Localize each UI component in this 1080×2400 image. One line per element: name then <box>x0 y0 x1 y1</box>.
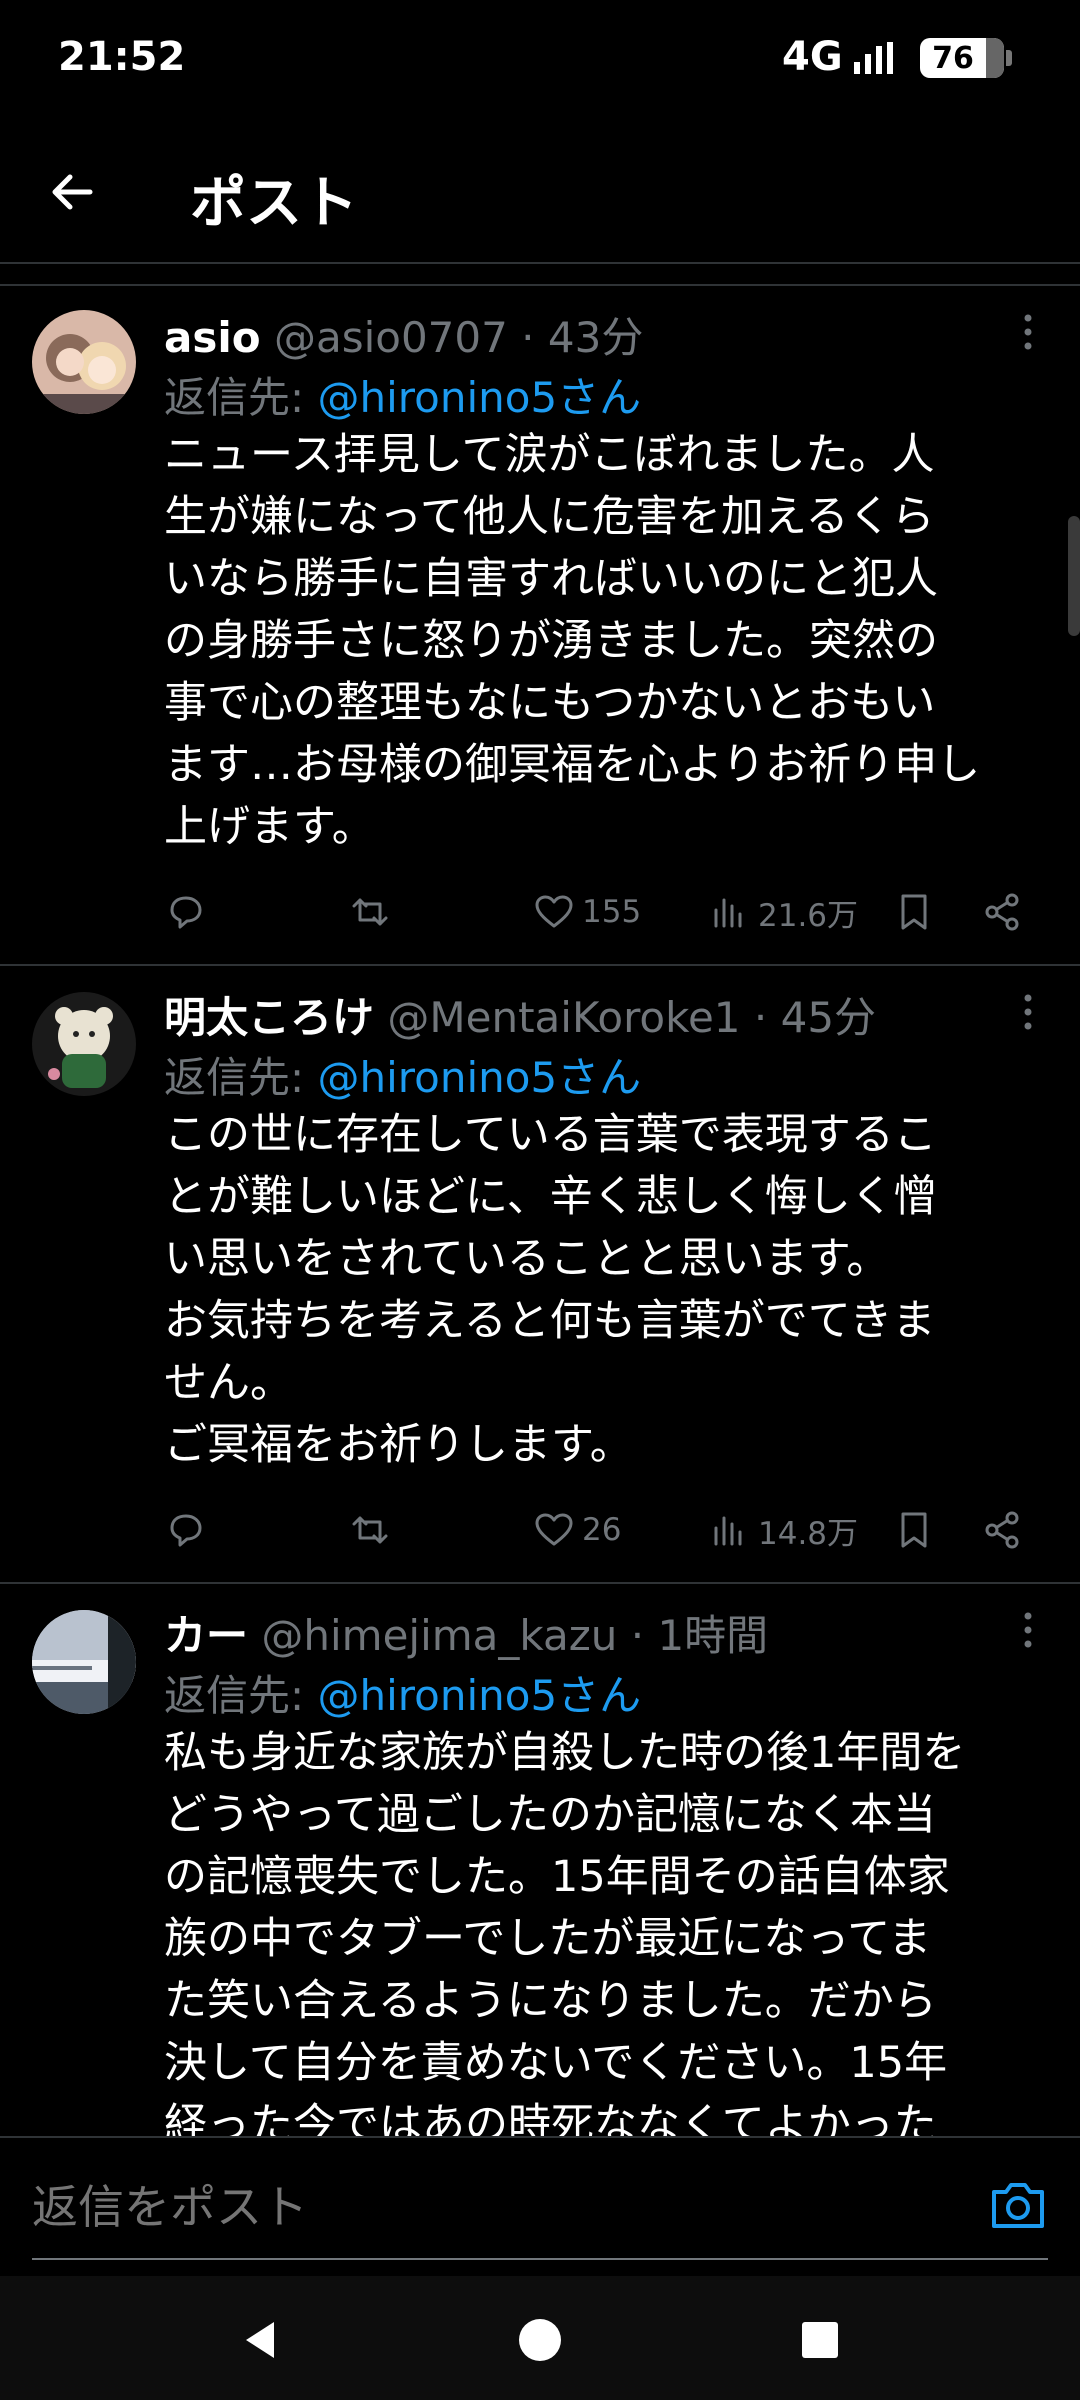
reply-icon <box>170 1514 202 1547</box>
tweet-header: 明太ころけ @MentaiKoroke1 · 45分 <box>164 984 876 1045</box>
like-button[interactable]: 26 <box>532 1500 621 1560</box>
tweet-actions: 155 21.6万 <box>164 882 1044 942</box>
battery-icon <box>986 38 1004 78</box>
reply-to-line: 返信先: @hironino5さん <box>164 1662 641 1723</box>
more-options-icon[interactable] <box>1014 312 1042 352</box>
status-bar: 21:52 4G 76 <box>0 0 1080 118</box>
more-options-icon[interactable] <box>1014 1610 1042 1650</box>
meta-separator: · <box>617 1611 658 1660</box>
repost-button[interactable] <box>348 1500 392 1560</box>
more-options-icon[interactable] <box>1014 992 1042 1032</box>
views-button[interactable]: 21.6万 <box>708 882 858 942</box>
mention-link[interactable]: @hironino5さん <box>318 1671 642 1720</box>
status-time: 21:52 <box>58 34 186 80</box>
reply-tweet[interactable]: asio @asio0707 · 43分 返信先: @hironino5さん ニ… <box>0 286 1080 966</box>
reply-tweet[interactable]: カー @himejima_kazu · 1時間 返信先: @hironino5さ… <box>0 1584 1080 2136</box>
tweet-header: asio @asio0707 · 43分 <box>164 304 643 365</box>
system-nav-bar <box>0 2276 1080 2400</box>
input-underline <box>32 2258 1048 2260</box>
share-button[interactable] <box>980 882 1024 942</box>
user-handle[interactable]: @MentaiKoroke1 <box>387 993 740 1042</box>
reply-to-label: 返信先: <box>164 1671 318 1720</box>
reply-to-label: 返信先: <box>164 373 318 422</box>
mention-link[interactable]: @hironino5さん <box>318 1053 642 1102</box>
camera-icon[interactable] <box>988 2178 1048 2232</box>
share-icon <box>985 1511 1019 1549</box>
reply-input[interactable] <box>32 2176 1048 2238</box>
like-button[interactable]: 155 <box>532 882 641 942</box>
display-name[interactable]: 明太ころけ <box>164 993 374 1042</box>
display-name[interactable]: カー <box>164 1611 248 1660</box>
analytics-icon <box>714 1516 742 1546</box>
tweet-header: カー @himejima_kazu · 1時間 <box>164 1602 768 1663</box>
repost-icon <box>352 898 388 926</box>
bookmark-button[interactable] <box>892 1500 936 1560</box>
tweet-actions: 26 14.8万 <box>164 1500 1044 1560</box>
like-count: 155 <box>582 894 642 930</box>
reply-to-line: 返信先: @hironino5さん <box>164 1044 641 1105</box>
like-count: 26 <box>582 1512 622 1548</box>
share-icon <box>985 893 1019 931</box>
reply-button[interactable] <box>164 882 208 942</box>
reply-button[interactable] <box>164 1500 208 1560</box>
view-count: 21.6万 <box>758 897 859 934</box>
share-button[interactable] <box>980 1500 1024 1560</box>
repost-button[interactable] <box>348 882 392 942</box>
signal-icon <box>854 42 893 74</box>
network-type: 4G <box>782 34 843 80</box>
page-title: ポスト <box>190 171 358 236</box>
nav-home-icon[interactable] <box>516 2316 564 2364</box>
top-app-bar: ポスト <box>0 118 1080 264</box>
nav-back-icon[interactable] <box>236 2316 284 2364</box>
bookmark-icon <box>901 1512 927 1548</box>
battery-indicator: 76 <box>920 38 1012 78</box>
reply-to-label: 返信先: <box>164 1053 318 1102</box>
reply-composer <box>0 2136 1080 2276</box>
meta-separator: · <box>507 313 548 362</box>
analytics-icon <box>714 898 742 928</box>
heart-icon <box>535 1513 573 1546</box>
avatar[interactable] <box>32 992 136 1096</box>
user-handle[interactable]: @asio0707 <box>274 313 508 362</box>
bookmark-icon <box>901 894 927 930</box>
tweet-text: この世に存在している言葉で表現するこ とが難しいほどに、辛く悲しく悔しく憎 い思… <box>164 1110 937 1470</box>
avatar[interactable] <box>32 1610 136 1714</box>
user-handle[interactable]: @himejima_kazu <box>261 1611 617 1660</box>
tweet-text: ニュース拝見して涙がこぼれました。人 生が嫌になって他人に危害を加えるくら いな… <box>164 430 981 852</box>
view-count: 14.8万 <box>758 1515 859 1552</box>
reply-icon <box>170 896 202 929</box>
bookmark-button[interactable] <box>892 882 936 942</box>
nav-recents-icon[interactable] <box>796 2316 844 2364</box>
views-button[interactable]: 14.8万 <box>708 1500 858 1560</box>
battery-level: 76 <box>932 40 974 76</box>
tweet-text: 私も身近な家族が自殺した時の後1年間を どうやって過ごしたのか記憶になく本当 の… <box>164 1728 966 2136</box>
tweet-time: 1時間 <box>657 1611 769 1660</box>
reply-tweet[interactable]: 明太ころけ @MentaiKoroke1 · 45分 返信先: @hironin… <box>0 966 1080 1584</box>
mention-link[interactable]: @hironino5さん <box>318 373 642 422</box>
tweet-time: 43分 <box>547 313 644 362</box>
repost-icon <box>352 1516 388 1544</box>
display-name[interactable]: asio <box>164 313 261 362</box>
back-arrow-icon[interactable] <box>44 164 100 220</box>
meta-separator: · <box>740 993 781 1042</box>
tweet-time: 45分 <box>780 993 877 1042</box>
avatar[interactable] <box>32 310 136 414</box>
heart-icon <box>535 895 573 928</box>
reply-to-line: 返信先: @hironino5さん <box>164 364 641 425</box>
